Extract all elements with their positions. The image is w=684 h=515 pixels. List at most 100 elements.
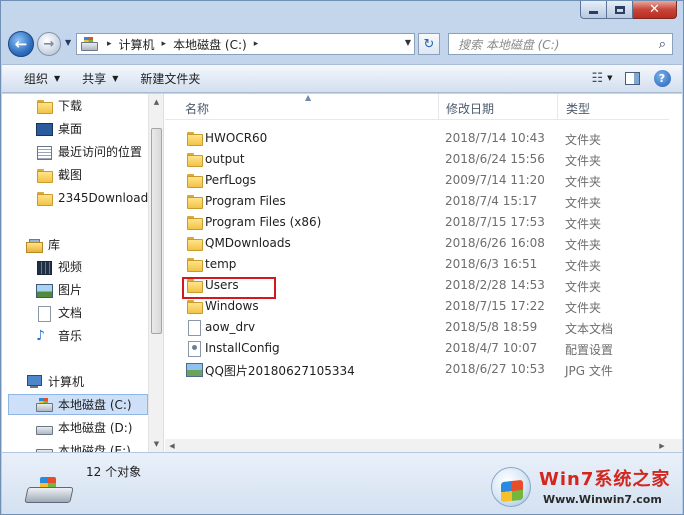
sidebar-item-local-disk-e[interactable]: 本地磁盘 (E:) bbox=[2, 440, 148, 452]
file-row[interactable]: aow_drv 2018/5/8 18:59 文本文档 bbox=[181, 317, 669, 338]
file-list-vertical-scrollbar[interactable] bbox=[669, 94, 682, 439]
file-list-horizontal-scrollbar[interactable]: ◀ ▶ bbox=[165, 439, 682, 452]
navigation-scroll-thumb[interactable] bbox=[151, 128, 162, 334]
file-name: temp bbox=[205, 257, 237, 271]
sidebar-item-local-disk-d[interactable]: 本地磁盘 (D:) bbox=[2, 417, 148, 438]
navigation-pane: 下载 桌面 最近访问的位置 截图 2345Downloads 库 视频 图片 文… bbox=[2, 94, 164, 452]
new-folder-button[interactable]: 新建文件夹 bbox=[140, 70, 200, 87]
folder-icon bbox=[186, 152, 203, 167]
file-name: Program Files (x86) bbox=[205, 215, 322, 229]
column-header-name[interactable]: 名称 bbox=[185, 100, 209, 117]
hard-drive-icon bbox=[24, 487, 74, 503]
file-row[interactable]: PerfLogs 2009/7/14 11:20 文件夹 bbox=[181, 170, 669, 191]
share-button[interactable]: 共享 ▼ bbox=[82, 70, 118, 87]
breadcrumb-separator[interactable]: ▸ bbox=[162, 39, 167, 49]
sidebar-item-pictures[interactable]: 图片 bbox=[2, 279, 148, 300]
watermark-url: Www.Winwin7.com bbox=[543, 493, 662, 506]
sidebar-item-label: 桌面 bbox=[58, 122, 83, 136]
file-date: 2018/6/3 16:51 bbox=[445, 257, 538, 271]
sidebar-item-screenshots[interactable]: 截图 bbox=[2, 164, 148, 185]
column-divider[interactable] bbox=[557, 94, 558, 120]
file-type: 文件夹 bbox=[565, 301, 602, 315]
sidebar-item-documents[interactable]: 文档 bbox=[2, 302, 148, 323]
file-name: Program Files bbox=[205, 194, 286, 208]
file-row[interactable]: Windows 2018/7/15 17:22 文件夹 bbox=[181, 296, 669, 317]
file-row[interactable]: QMDownloads 2018/6/26 16:08 文件夹 bbox=[181, 233, 669, 254]
navigation-scrollbar[interactable]: ▲ ▼ bbox=[148, 94, 163, 452]
sidebar-item-2345downloads[interactable]: 2345Downloads bbox=[2, 187, 148, 208]
file-date: 2018/6/24 15:56 bbox=[445, 152, 545, 166]
close-button[interactable]: ✕ bbox=[633, 1, 677, 19]
file-row[interactable]: output 2018/6/24 15:56 文件夹 bbox=[181, 149, 669, 170]
minimize-button[interactable] bbox=[580, 1, 607, 19]
sidebar-item-music[interactable]: ♪ 音乐 bbox=[2, 325, 148, 346]
file-name: Windows bbox=[205, 299, 259, 313]
column-divider[interactable] bbox=[438, 94, 439, 120]
system-drive-large-icon bbox=[24, 475, 74, 505]
scroll-left-icon[interactable]: ◀ bbox=[165, 439, 179, 452]
breadcrumb-separator[interactable]: ▸ bbox=[254, 39, 259, 49]
file-date: 2018/4/7 10:07 bbox=[445, 341, 538, 355]
file-row[interactable]: InstallConfig 2018/4/7 10:07 配置设置 bbox=[181, 338, 669, 359]
forward-button[interactable]: → bbox=[37, 32, 61, 56]
window-caption-buttons: ✕ bbox=[580, 1, 677, 20]
column-header-type[interactable]: 类型 bbox=[566, 100, 590, 117]
file-row[interactable]: QQ图片20180627105334 2018/6/27 10:53 JPG 文件 bbox=[181, 359, 669, 380]
breadcrumb-separator[interactable]: ▸ bbox=[107, 39, 112, 49]
breadcrumb-local-disk-c[interactable]: 本地磁盘 (C:) bbox=[173, 36, 247, 53]
sidebar-item-computer[interactable]: 计算机 bbox=[2, 371, 148, 392]
recent-pages-button[interactable]: ▼ bbox=[65, 38, 71, 47]
sidebar-item-libraries[interactable]: 库 bbox=[2, 234, 148, 255]
item-count: 12 个对象 bbox=[86, 465, 142, 479]
folder-icon bbox=[36, 191, 53, 206]
watermark-brand: Win7系统之家 bbox=[539, 469, 671, 490]
file-row[interactable]: Program Files 2018/7/4 15:17 文件夹 bbox=[181, 191, 669, 212]
new-folder-label: 新建文件夹 bbox=[140, 72, 201, 86]
sidebar-item-label: 库 bbox=[48, 238, 61, 252]
system-drive-icon bbox=[81, 37, 98, 51]
organize-button[interactable]: 组织 ▼ bbox=[24, 70, 60, 87]
file-list: ▲ 名称 修改日期 类型 HWOCR60 2018/7/14 10:43 文件夹 o… bbox=[165, 93, 682, 452]
refresh-button[interactable]: ↻ bbox=[418, 33, 440, 55]
sidebar-item-label: 计算机 bbox=[48, 375, 85, 389]
sidebar-item-recent-places[interactable]: 最近访问的位置 bbox=[2, 141, 148, 162]
change-view-button[interactable]: ☷ ▼ bbox=[591, 69, 613, 87]
command-bar: 组织 ▼ 共享 ▼ 新建文件夹 ☷ ▼ ? bbox=[2, 64, 682, 93]
column-header-date[interactable]: 修改日期 bbox=[446, 100, 494, 117]
search-input[interactable]: 搜索 本地磁盘 (C:) ⌕ bbox=[448, 33, 673, 55]
scroll-down-icon[interactable]: ▼ bbox=[149, 436, 163, 452]
file-row[interactable]: HWOCR60 2018/7/14 10:43 文件夹 bbox=[181, 128, 669, 149]
breadcrumb-computer[interactable]: 计算机 bbox=[119, 36, 155, 53]
maximize-button[interactable] bbox=[607, 1, 633, 19]
sidebar-item-local-disk-c[interactable]: 本地磁盘 (C:) bbox=[8, 394, 148, 415]
file-type: 文件夹 bbox=[565, 217, 602, 231]
file-date: 2018/7/14 10:43 bbox=[445, 131, 545, 145]
file-date: 2018/7/15 17:22 bbox=[445, 299, 545, 313]
scroll-up-icon[interactable]: ▲ bbox=[149, 94, 163, 110]
sidebar-item-label: 截图 bbox=[58, 168, 83, 182]
file-date: 2018/5/8 18:59 bbox=[445, 320, 538, 334]
sidebar-item-label: 本地磁盘 (C:) bbox=[58, 398, 132, 412]
file-date: 2018/7/15 17:53 bbox=[445, 215, 545, 229]
address-bar[interactable]: ▸ 计算机 ▸ 本地磁盘 (C:) ▸ ▼ bbox=[76, 33, 415, 55]
documents-icon bbox=[36, 305, 52, 322]
folder-icon bbox=[186, 215, 203, 230]
file-date: 2009/7/14 11:20 bbox=[445, 173, 545, 187]
sidebar-item-desktop[interactable]: 桌面 bbox=[2, 118, 148, 139]
search-icon[interactable]: ⌕ bbox=[659, 37, 666, 52]
back-button[interactable]: ← bbox=[8, 31, 34, 57]
file-row[interactable]: Program Files (x86) 2018/7/15 17:53 文件夹 bbox=[181, 212, 669, 233]
config-file-icon bbox=[186, 341, 202, 357]
file-row[interactable]: temp 2018/6/3 16:51 文件夹 bbox=[181, 254, 669, 275]
sidebar-item-downloads[interactable]: 下载 bbox=[2, 95, 148, 116]
scroll-right-icon[interactable]: ▶ bbox=[655, 439, 669, 452]
address-dropdown-icon[interactable]: ▼ bbox=[405, 38, 411, 47]
folder-icon bbox=[186, 131, 203, 146]
help-button[interactable]: ? bbox=[652, 69, 672, 87]
file-name: HWOCR60 bbox=[205, 131, 268, 145]
sidebar-item-videos[interactable]: 视频 bbox=[2, 256, 148, 277]
sidebar-item-label: 最近访问的位置 bbox=[58, 145, 143, 159]
preview-pane-button[interactable] bbox=[622, 69, 642, 87]
folder-icon bbox=[186, 194, 203, 209]
chevron-down-icon: ▼ bbox=[607, 74, 613, 82]
